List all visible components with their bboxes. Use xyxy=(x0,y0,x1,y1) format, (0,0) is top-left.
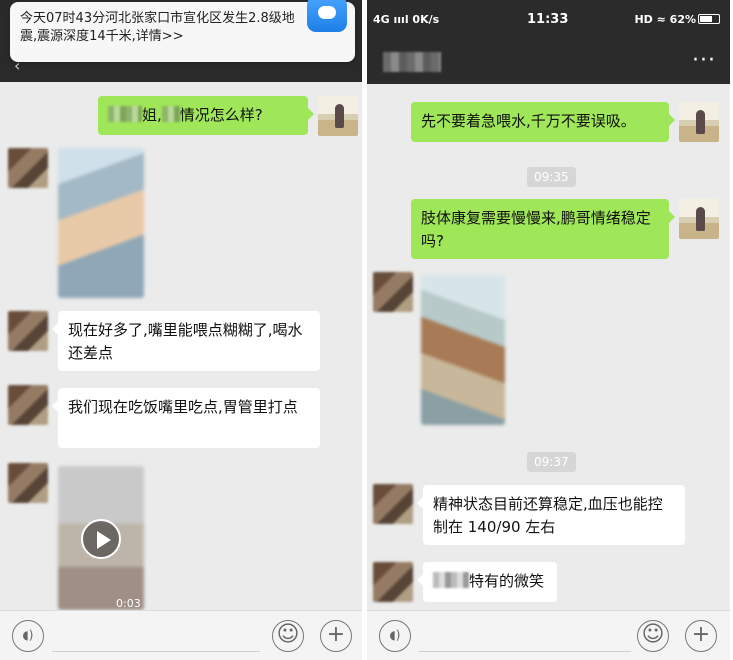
play-icon[interactable] xyxy=(81,519,121,559)
contact-avatar[interactable] xyxy=(8,385,48,425)
input-bar: ◖) ☺ + xyxy=(0,610,362,660)
message-input[interactable] xyxy=(52,651,260,652)
timestamp: 09:37 xyxy=(527,452,576,472)
input-bar: ◖) ☺ + xyxy=(367,610,730,660)
voice-icon[interactable]: ◖) xyxy=(379,620,411,652)
message-input[interactable] xyxy=(419,651,631,652)
blurred-chat-title xyxy=(383,52,441,72)
emoji-icon[interactable]: ☺ xyxy=(637,620,669,652)
incoming-message[interactable]: 我们现在吃饭嘴里吃点,胃管里打点 xyxy=(52,388,320,448)
status-bar: 4G ıııl 0K/s 11:33 HD ≈ 62% xyxy=(367,0,730,40)
network-status: 4G ıııl 0K/s xyxy=(373,13,440,26)
message-text: 特有的微笑 xyxy=(469,572,545,590)
message-text: 情况怎么样? xyxy=(179,106,263,124)
video-duration: 0:03 xyxy=(116,597,141,610)
contact-avatar[interactable] xyxy=(8,311,48,351)
blurred-name xyxy=(108,106,142,122)
contact-avatar[interactable] xyxy=(373,484,413,524)
my-avatar[interactable] xyxy=(679,102,719,142)
add-icon[interactable]: + xyxy=(320,620,352,652)
earthquake-notification[interactable]: 今天07时43分河北张家口市宣化区发生2.8级地震,震源深度14千米,详情>> xyxy=(10,0,355,62)
contact-avatar[interactable] xyxy=(373,272,413,312)
contact-avatar[interactable] xyxy=(8,148,48,188)
incoming-message[interactable]: 特有的微笑 xyxy=(417,562,557,602)
patient-photo[interactable] xyxy=(58,148,144,298)
incoming-message[interactable]: 现在好多了,嘴里能喂点糊糊了,喝水还差点 xyxy=(52,311,320,371)
chat-title-bar: ··· xyxy=(367,40,730,84)
outgoing-message[interactable]: 先不要着急喂水,千万不要误吸。 xyxy=(411,102,675,142)
patient-photo[interactable] xyxy=(421,275,505,425)
clock: 11:33 xyxy=(527,12,569,27)
contact-avatar[interactable] xyxy=(373,562,413,602)
incoming-message[interactable]: 精神状态目前还算稳定,血压也能控制在 140/90 左右 xyxy=(417,485,685,545)
voice-icon[interactable]: ◖) xyxy=(12,620,44,652)
notification-app-icon xyxy=(307,0,347,32)
add-icon[interactable]: + xyxy=(685,620,717,652)
blurred-name xyxy=(161,106,180,122)
my-avatar[interactable] xyxy=(679,199,719,239)
battery-status: HD ≈ 62% xyxy=(634,13,720,26)
battery-icon xyxy=(698,14,720,24)
outgoing-message[interactable]: 肢体康复需要慢慢来,鹏哥情绪稳定吗? xyxy=(411,199,675,259)
left-chat-screen: ‹ 今天07时43分河北张家口市宣化区发生2.8级地震,震源深度14千米,详情>… xyxy=(0,0,362,660)
timestamp: 09:35 xyxy=(527,167,576,187)
notification-text: 今天07时43分河北张家口市宣化区发生2.8级地震,震源深度14千米,详情>> xyxy=(20,11,295,44)
my-avatar[interactable] xyxy=(318,96,358,136)
emoji-icon[interactable]: ☺ xyxy=(272,620,304,652)
battery-text: HD ≈ 62% xyxy=(634,13,696,26)
outgoing-message[interactable]: 姐, 情况怎么样? xyxy=(98,96,314,135)
right-chat-screen: 4G ıııl 0K/s 11:33 HD ≈ 62% ··· 先不要着急喂水,… xyxy=(367,0,730,660)
more-icon[interactable]: ··· xyxy=(692,48,716,73)
contact-avatar[interactable] xyxy=(8,463,48,503)
blurred-name xyxy=(433,572,469,588)
message-text: 姐, xyxy=(142,106,162,124)
